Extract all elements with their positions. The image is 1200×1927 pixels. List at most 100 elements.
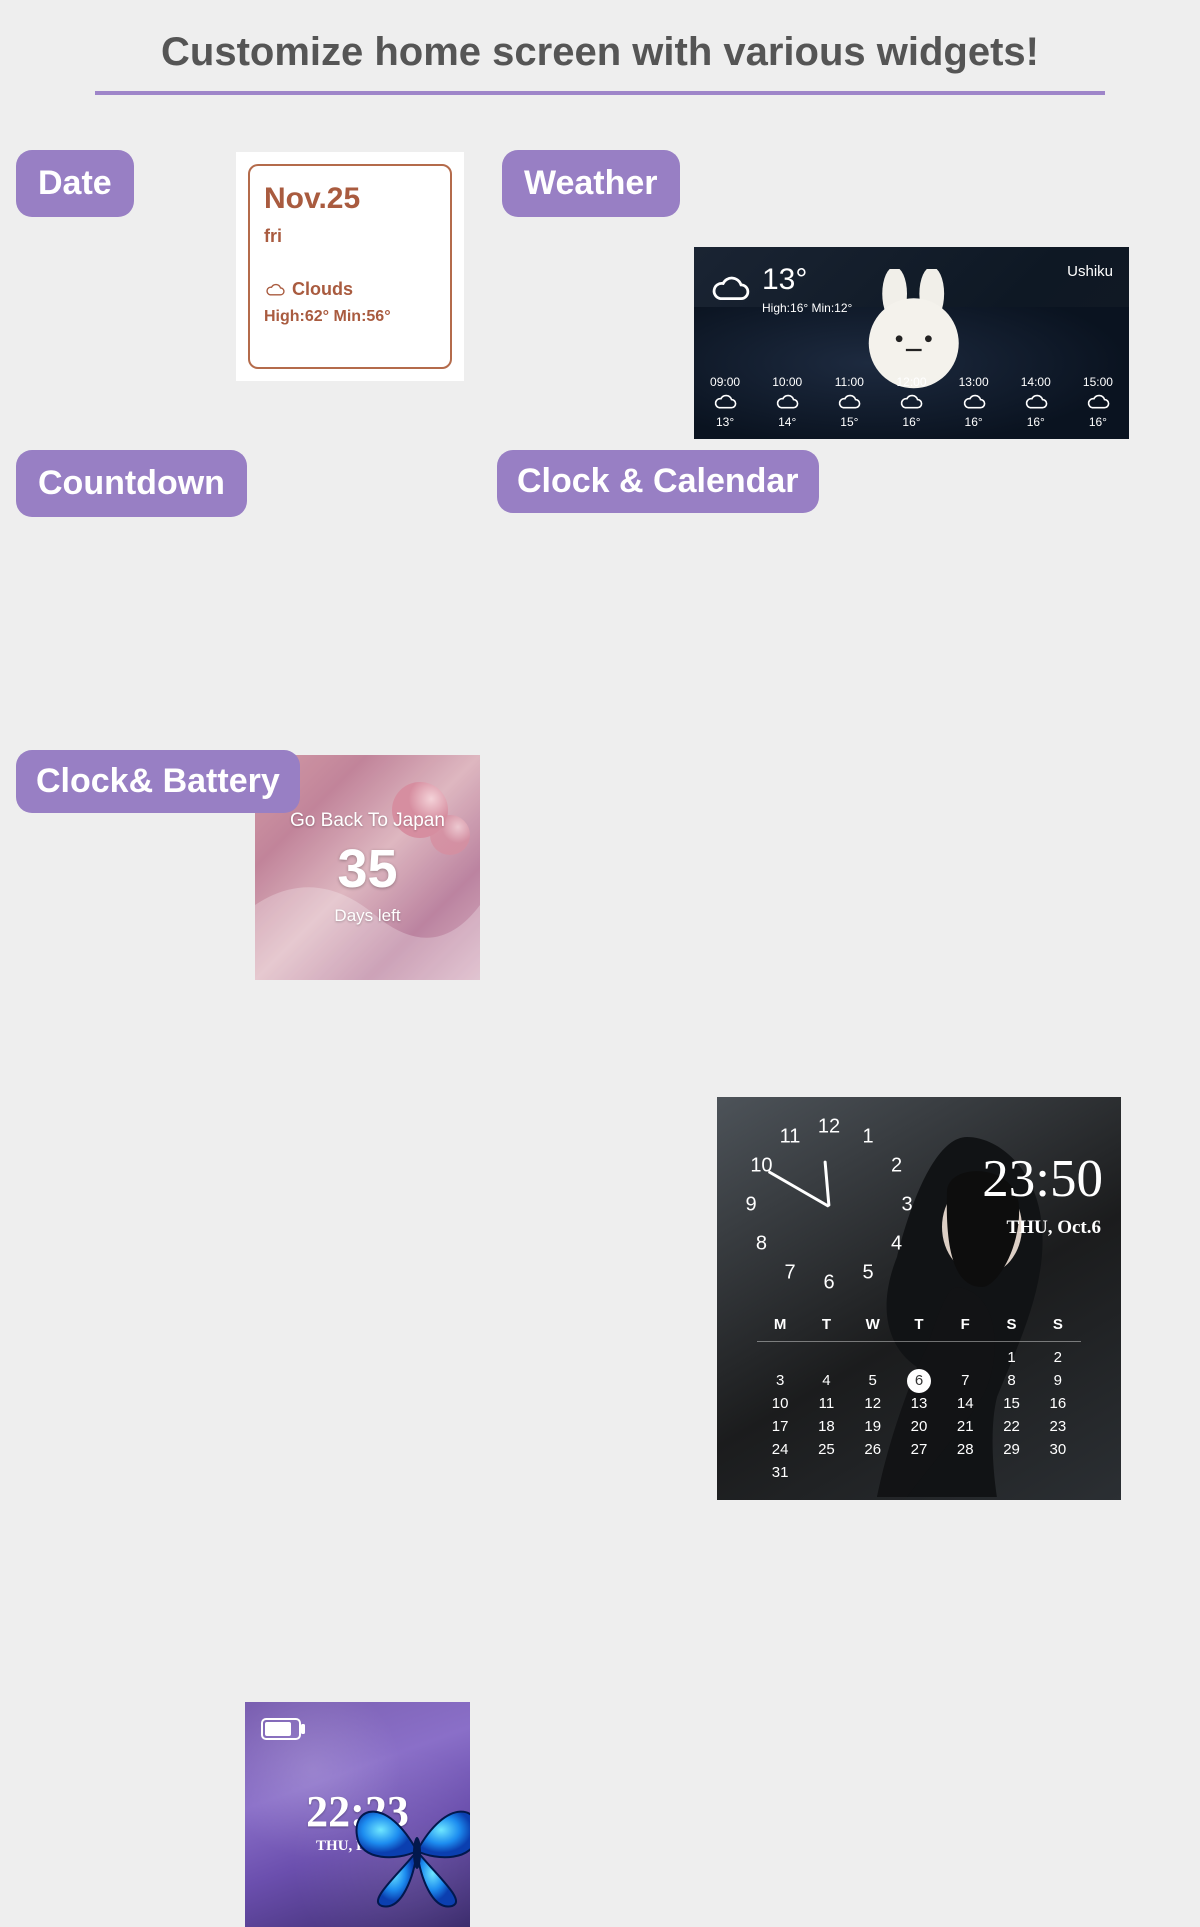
clock-calendar-widget[interactable]: 121234567891011 23:50 THU, Oct.6 MTWTFSS… (717, 1097, 1121, 1500)
calendar-day: 20 (896, 1415, 942, 1438)
calendar-day: 14 (942, 1392, 988, 1415)
analog-clock: 121234567891011 (739, 1115, 919, 1295)
calendar-day: 17 (757, 1415, 803, 1438)
calendar-day (896, 1461, 942, 1484)
analog-number: 1 (862, 1126, 873, 1149)
hour-temp: 13° (716, 415, 734, 429)
hour-temp: 16° (1089, 415, 1107, 429)
date-condition-text: Clouds (292, 279, 353, 300)
calendar-day (803, 1346, 849, 1369)
weather-hour-item: 15:00 16° (1073, 375, 1123, 429)
calendar-weekday: S (988, 1313, 1034, 1342)
calendar-day (942, 1346, 988, 1369)
calendar-day: 12 (850, 1392, 896, 1415)
weather-current: 13° High:16° Min:12° (708, 263, 852, 315)
calendar-day: 3 (757, 1369, 803, 1392)
cloud-icon (1023, 393, 1049, 411)
calendar-day: 25 (803, 1438, 849, 1461)
digital-date: THU, Oct.6 (1007, 1217, 1101, 1239)
calendar-day: 21 (942, 1415, 988, 1438)
hour-temp: 16° (902, 415, 920, 429)
weather-hour-item: 14:00 16° (1011, 375, 1061, 429)
tag-countdown: Countdown (16, 450, 247, 517)
weather-hour-item: 11:00 15° (824, 375, 874, 429)
tag-date: Date (16, 150, 134, 217)
page-title: Customize home screen with various widge… (0, 0, 1200, 75)
butterfly-icon (352, 1781, 470, 1911)
cloud-icon (774, 393, 800, 411)
calendar-grid: MTWTFSS123456789101112131415161718192021… (757, 1313, 1081, 1484)
calendar-day (896, 1346, 942, 1369)
analog-number: 11 (780, 1126, 801, 1149)
cloud-icon (708, 273, 752, 305)
calendar-day (803, 1461, 849, 1484)
analog-number: 8 (756, 1233, 767, 1256)
analog-number: 4 (891, 1233, 902, 1256)
hour-time: 09:00 (710, 375, 740, 389)
title-divider (95, 91, 1105, 95)
calendar-day (757, 1346, 803, 1369)
digital-time: 23:50 (982, 1149, 1103, 1209)
calendar-day: 31 (757, 1461, 803, 1484)
date-value: Nov.25 (264, 182, 436, 216)
calendar-weekday: T (803, 1313, 849, 1342)
analog-number: 7 (784, 1261, 795, 1284)
analog-number: 3 (901, 1194, 912, 1217)
hour-temp: 16° (965, 415, 983, 429)
hour-time: 14:00 (1021, 375, 1051, 389)
cloud-icon (712, 393, 738, 411)
hour-time: 10:00 (772, 375, 802, 389)
tag-weather: Weather (502, 150, 680, 217)
analog-number: 2 (891, 1155, 902, 1178)
calendar-day: 27 (896, 1438, 942, 1461)
calendar-day (988, 1461, 1034, 1484)
calendar-day: 30 (1035, 1438, 1081, 1461)
calendar-weekday: T (896, 1313, 942, 1342)
hour-time: 12:00 (896, 375, 926, 389)
weather-hourly: 09:00 13°10:00 14°11:00 15°12:00 16°13:0… (694, 375, 1129, 429)
analog-number: 9 (745, 1194, 756, 1217)
date-widget[interactable]: Nov.25 fri Clouds High:62° Min:56° (236, 152, 464, 381)
calendar-day: 23 (1035, 1415, 1081, 1438)
calendar-day: 15 (988, 1392, 1034, 1415)
calendar-day: 24 (757, 1438, 803, 1461)
calendar-day: 10 (757, 1392, 803, 1415)
calendar-day: 22 (988, 1415, 1034, 1438)
calendar-day: 9 (1035, 1369, 1081, 1392)
calendar-weekday: F (942, 1313, 988, 1342)
date-widget-inner: Nov.25 fri Clouds High:62° Min:56° (248, 164, 452, 369)
weather-hour-item: 10:00 14° (762, 375, 812, 429)
hour-time: 15:00 (1083, 375, 1113, 389)
date-condition: Clouds (264, 279, 436, 300)
battery-icon (261, 1718, 307, 1740)
weather-location: Ushiku (1067, 263, 1113, 280)
calendar-day (942, 1461, 988, 1484)
calendar-day: 2 (1035, 1346, 1081, 1369)
hour-temp: 16° (1027, 415, 1045, 429)
calendar-day: 29 (988, 1438, 1034, 1461)
analog-number: 6 (823, 1272, 834, 1295)
countdown-title: Go Back To Japan (290, 810, 445, 832)
cloud-icon (898, 393, 924, 411)
calendar-weekday: W (850, 1313, 896, 1342)
countdown-number: 35 (337, 838, 397, 900)
clock-battery-widget[interactable]: 22:23 THU, Feb.17 (245, 1702, 470, 1927)
analog-number: 5 (862, 1261, 873, 1284)
date-hilo: High:62° Min:56° (264, 308, 436, 326)
weather-widget[interactable]: 13° High:16° Min:12° Ushiku 09:00 13° 10:… (694, 247, 1129, 439)
calendar-day: 16 (1035, 1392, 1081, 1415)
analog-number: 12 (818, 1116, 840, 1139)
weather-temp: 13° (762, 263, 852, 297)
calendar-weekday: S (1035, 1313, 1081, 1342)
calendar-day: 6 (896, 1369, 942, 1392)
hour-time: 13:00 (959, 375, 989, 389)
hour-time: 11:00 (835, 375, 864, 389)
tag-clock-battery: Clock& Battery (16, 750, 300, 813)
calendar-day: 8 (988, 1369, 1034, 1392)
weather-hour-item: 13:00 16° (949, 375, 999, 429)
calendar-day: 18 (803, 1415, 849, 1438)
cloud-icon (264, 282, 286, 298)
weather-hour-item: 12:00 16° (886, 375, 936, 429)
calendar-day (850, 1346, 896, 1369)
weather-range: High:16° Min:12° (762, 301, 852, 315)
